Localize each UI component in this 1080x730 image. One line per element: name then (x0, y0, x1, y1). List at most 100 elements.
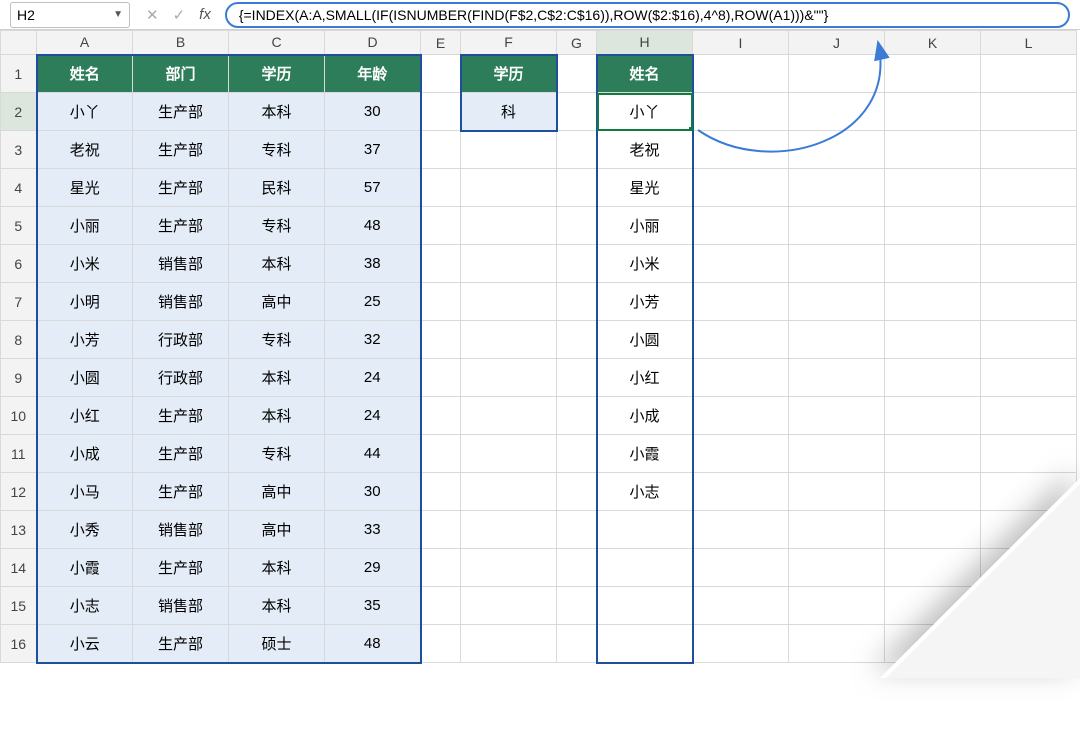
row-head-2[interactable]: 2 (1, 93, 37, 131)
cell-C12[interactable]: 高中 (229, 473, 325, 511)
cell-J14[interactable] (789, 549, 885, 587)
row-head-7[interactable]: 7 (1, 283, 37, 321)
cell-L2[interactable] (981, 93, 1077, 131)
row-head-13[interactable]: 13 (1, 511, 37, 549)
cell-L11[interactable] (981, 435, 1077, 473)
row-head-1[interactable]: 1 (1, 55, 37, 93)
cell-C4[interactable]: 民科 (229, 169, 325, 207)
cell-K4[interactable] (885, 169, 981, 207)
cell-H8[interactable]: 小圆 (597, 321, 693, 359)
cell-H14[interactable] (597, 549, 693, 587)
cell-C14[interactable]: 本科 (229, 549, 325, 587)
cell-E16[interactable] (421, 625, 461, 663)
cell-I13[interactable] (693, 511, 789, 549)
dropdown-icon[interactable]: ▼ (113, 9, 123, 20)
cell-C6[interactable]: 本科 (229, 245, 325, 283)
cell-K14[interactable] (885, 549, 981, 587)
cell-A4[interactable]: 星光 (37, 169, 133, 207)
cell-K10[interactable] (885, 397, 981, 435)
cell-B10[interactable]: 生产部 (133, 397, 229, 435)
cell-J1[interactable] (789, 55, 885, 93)
cell-J3[interactable] (789, 131, 885, 169)
cell-C2[interactable]: 本科 (229, 93, 325, 131)
cell-F14[interactable] (461, 549, 557, 587)
row-head-4[interactable]: 4 (1, 169, 37, 207)
cell-C1[interactable]: 学历 (229, 55, 325, 93)
cell-B14[interactable]: 生产部 (133, 549, 229, 587)
cell-B5[interactable]: 生产部 (133, 207, 229, 245)
cell-E11[interactable] (421, 435, 461, 473)
cell-A13[interactable]: 小秀 (37, 511, 133, 549)
cell-H4[interactable]: 星光 (597, 169, 693, 207)
cell-C3[interactable]: 专科 (229, 131, 325, 169)
col-head-J[interactable]: J (789, 31, 885, 55)
cell-I5[interactable] (693, 207, 789, 245)
cell-F9[interactable] (461, 359, 557, 397)
cell-D10[interactable]: 24 (325, 397, 421, 435)
cell-I15[interactable] (693, 587, 789, 625)
cell-H7[interactable]: 小芳 (597, 283, 693, 321)
cell-D2[interactable]: 30 (325, 93, 421, 131)
worksheet[interactable]: A B C D E F G H I J K L 1 姓名 部门 学历 年龄 学历… (0, 30, 1080, 664)
row-head-3[interactable]: 3 (1, 131, 37, 169)
cell-F6[interactable] (461, 245, 557, 283)
cell-B15[interactable]: 销售部 (133, 587, 229, 625)
cell-J4[interactable] (789, 169, 885, 207)
cell-D5[interactable]: 48 (325, 207, 421, 245)
cell-I12[interactable] (693, 473, 789, 511)
cell-L10[interactable] (981, 397, 1077, 435)
cell-D14[interactable]: 29 (325, 549, 421, 587)
cell-F7[interactable] (461, 283, 557, 321)
cell-F1[interactable]: 学历 (461, 55, 557, 93)
cell-C9[interactable]: 本科 (229, 359, 325, 397)
cell-I8[interactable] (693, 321, 789, 359)
cell-L4[interactable] (981, 169, 1077, 207)
cell-A3[interactable]: 老祝 (37, 131, 133, 169)
cell-D7[interactable]: 25 (325, 283, 421, 321)
cell-I10[interactable] (693, 397, 789, 435)
cell-E3[interactable] (421, 131, 461, 169)
cell-K7[interactable] (885, 283, 981, 321)
cell-I2[interactable] (693, 93, 789, 131)
cell-J12[interactable] (789, 473, 885, 511)
cell-F5[interactable] (461, 207, 557, 245)
row-head-8[interactable]: 8 (1, 321, 37, 359)
cell-E5[interactable] (421, 207, 461, 245)
cell-G4[interactable] (557, 169, 597, 207)
cell-H13[interactable] (597, 511, 693, 549)
cell-L9[interactable] (981, 359, 1077, 397)
cell-A9[interactable]: 小圆 (37, 359, 133, 397)
cell-A6[interactable]: 小米 (37, 245, 133, 283)
confirm-icon[interactable]: ✓ (173, 6, 186, 24)
cell-A12[interactable]: 小马 (37, 473, 133, 511)
cell-I7[interactable] (693, 283, 789, 321)
cell-B8[interactable]: 行政部 (133, 321, 229, 359)
cell-J10[interactable] (789, 397, 885, 435)
cell-G6[interactable] (557, 245, 597, 283)
cell-L6[interactable] (981, 245, 1077, 283)
cell-K16[interactable] (885, 625, 981, 663)
col-head-L[interactable]: L (981, 31, 1077, 55)
cell-A8[interactable]: 小芳 (37, 321, 133, 359)
cell-H12[interactable]: 小志 (597, 473, 693, 511)
cell-G9[interactable] (557, 359, 597, 397)
cell-G5[interactable] (557, 207, 597, 245)
cell-E2[interactable] (421, 93, 461, 131)
cell-A1[interactable]: 姓名 (37, 55, 133, 93)
cell-H15[interactable] (597, 587, 693, 625)
cell-J11[interactable] (789, 435, 885, 473)
cell-J6[interactable] (789, 245, 885, 283)
cell-I4[interactable] (693, 169, 789, 207)
cell-C5[interactable]: 专科 (229, 207, 325, 245)
cell-G16[interactable] (557, 625, 597, 663)
col-head-D[interactable]: D (325, 31, 421, 55)
cell-K11[interactable] (885, 435, 981, 473)
cell-H11[interactable]: 小霞 (597, 435, 693, 473)
cell-A16[interactable]: 小云 (37, 625, 133, 663)
cell-H2[interactable]: 小丫 (597, 93, 693, 131)
cell-B1[interactable]: 部门 (133, 55, 229, 93)
cell-G15[interactable] (557, 587, 597, 625)
row-head-10[interactable]: 10 (1, 397, 37, 435)
cell-C15[interactable]: 本科 (229, 587, 325, 625)
cell-C7[interactable]: 高中 (229, 283, 325, 321)
